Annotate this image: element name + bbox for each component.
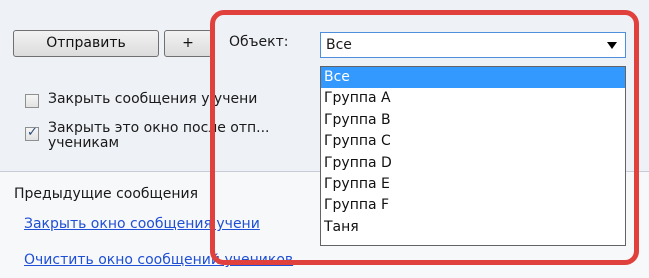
- previous-messages-title: Предыдущие сообщения: [14, 186, 199, 202]
- dropdown-option-group-b[interactable]: Группа B: [321, 110, 625, 131]
- object-select[interactable]: Все: [320, 32, 626, 58]
- dropdown-option-group-d[interactable]: Группа D: [321, 153, 625, 174]
- close-window-checkbox[interactable]: ✓: [25, 125, 39, 141]
- object-dropdown-list: Все Группа A Группа B Группа C Группа D …: [320, 66, 626, 246]
- close-window-label: Закрыть это окно после отп... ученикам: [48, 120, 270, 151]
- close-messages-checkbox[interactable]: [25, 94, 39, 108]
- close-student-window-link[interactable]: Закрыть окно сообщения учени: [24, 216, 260, 232]
- dropdown-option-all[interactable]: Все: [321, 67, 625, 89]
- add-button[interactable]: +: [164, 30, 212, 57]
- send-button[interactable]: Отправить: [13, 30, 159, 57]
- dropdown-option-tanya[interactable]: Таня: [321, 217, 625, 238]
- clear-student-window-link[interactable]: Очистить окно сообщений учеников: [24, 252, 293, 268]
- dropdown-option-group-f[interactable]: Группа F: [321, 195, 625, 216]
- object-select-value: Все: [326, 37, 352, 53]
- dropdown-option-group-e[interactable]: Группа E: [321, 174, 625, 195]
- checkmark-icon: ✓: [27, 125, 38, 140]
- dropdown-option-group-a[interactable]: Группа A: [321, 88, 625, 109]
- chevron-down-icon[interactable]: [607, 42, 617, 49]
- close-messages-label: Закрыть сообщения у учени: [48, 91, 258, 107]
- dropdown-option-group-c[interactable]: Группа C: [321, 131, 625, 152]
- object-label: Объект:: [229, 34, 289, 50]
